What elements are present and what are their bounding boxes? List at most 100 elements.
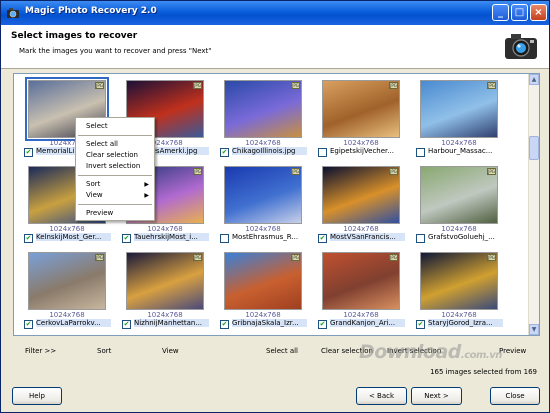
menu-item-sort-label: Sort	[86, 180, 101, 188]
minimize-button[interactable]: _	[492, 4, 509, 21]
thumbnail-image[interactable]: JPG	[420, 166, 498, 224]
thumbnail-image[interactable]: JPG	[322, 166, 400, 224]
recover-checkbox[interactable]: ✔	[318, 234, 327, 243]
sort-button[interactable]: Sort	[97, 347, 111, 355]
image-resolution: 1024x768	[343, 225, 379, 233]
file-name: MostVSanFrancis...	[330, 233, 405, 241]
camera-icon	[505, 34, 537, 59]
watermark-logo: Download.com.vn	[359, 341, 502, 363]
app-camera-icon	[7, 8, 19, 18]
image-resolution: 1024x768	[441, 225, 477, 233]
menu-item-clear-selection[interactable]: Clear selection	[76, 150, 154, 161]
recover-checkbox[interactable]: ✔	[24, 148, 33, 157]
thumbnail-image[interactable]: JPG	[126, 252, 204, 310]
back-button[interactable]: < Back	[356, 387, 407, 405]
preview-button[interactable]: Preview	[499, 347, 526, 355]
watermark-suffix: .com.vn	[460, 350, 502, 361]
menu-item-select[interactable]: Select	[76, 121, 154, 132]
file-name: MostEhrasmus_R...	[232, 233, 299, 241]
menu-separator	[78, 135, 152, 136]
recover-checkbox[interactable]: ✔	[318, 320, 327, 329]
thumbnail-item[interactable]: JPG 1024x768 MostEhrasmus_R...	[218, 162, 308, 246]
recover-checkbox[interactable]: ✔	[24, 320, 33, 329]
file-row: Harbour_Massac...	[416, 147, 504, 158]
filter-button[interactable]: Filter >>	[25, 347, 56, 355]
menu-item-invert-selection[interactable]: Invert selection	[76, 161, 154, 172]
scroll-thumb[interactable]	[529, 136, 539, 160]
next-button[interactable]: Next >	[411, 387, 462, 405]
thumbnail-image[interactable]: JPG	[420, 80, 498, 138]
wizard-header: Select images to recover Mark the images…	[1, 25, 549, 69]
recover-checkbox[interactable]: ✔	[122, 320, 131, 329]
thumbnail-image[interactable]: JPG	[224, 166, 302, 224]
page-title: Select images to recover	[11, 31, 138, 41]
maximize-button[interactable]: □	[511, 4, 528, 21]
thumbnail-image[interactable]: JPG	[224, 80, 302, 138]
file-name: CerkovLaParrokv...	[36, 319, 111, 327]
page-subtitle: Mark the images you want to recover and …	[19, 47, 212, 55]
thumbnail-item[interactable]: JPG 1024x768 ✔ NizhnijManhettan...	[120, 248, 210, 332]
file-name: GrandKanjon_Ari...	[330, 319, 405, 327]
recover-checkbox[interactable]: ✔	[416, 320, 425, 329]
recover-checkbox[interactable]: ✔	[220, 320, 229, 329]
thumbnail-item[interactable]: JPG 1024x768 ✔ ChikagoIllinois.jpg	[218, 76, 308, 160]
close-window-button[interactable]: ×	[530, 4, 547, 21]
jpg-file-icon: JPG	[291, 168, 300, 175]
menu-item-view[interactable]: View ▶	[76, 190, 154, 201]
title-bar[interactable]: Magic Photo Recovery 2.0 _ □ ×	[1, 1, 549, 25]
jpg-file-icon: JPG	[487, 168, 496, 175]
file-name: ChikagoIllinois.jpg	[232, 147, 307, 155]
image-resolution: 1024x768	[245, 225, 281, 233]
file-name: StaryjGorod_Izra...	[428, 319, 503, 327]
menu-item-sort[interactable]: Sort ▶	[76, 179, 154, 190]
jpg-file-icon: JPG	[95, 82, 104, 89]
recover-checkbox[interactable]	[318, 148, 327, 157]
file-row: ✔ KelnskijMost_Ger...	[24, 233, 112, 244]
thumbnail-item[interactable]: JPG 1024x768 EgipetskijVecher...	[316, 76, 406, 160]
jpg-file-icon: JPG	[389, 168, 398, 175]
thumbnail-item[interactable]: JPG 1024x768 GrafstvoGoluehj_...	[414, 162, 504, 246]
jpg-file-icon: JPG	[193, 254, 202, 261]
thumbnail-image[interactable]: JPG	[322, 80, 400, 138]
thumbnail-item[interactable]: JPG 1024x768 ✔ CerkovLaParrokv...	[22, 248, 112, 332]
recover-checkbox[interactable]: ✔	[220, 148, 229, 157]
jpg-file-icon: JPG	[487, 254, 496, 261]
submenu-arrow-icon: ▶	[144, 192, 149, 199]
image-resolution: 1024x768	[49, 311, 85, 319]
thumbnail-item[interactable]: JPG 1024x768 ✔ GrandKanjon_Ari...	[316, 248, 406, 332]
file-row: ✔ NizhnijManhettan...	[122, 319, 210, 330]
thumbnail-image[interactable]: JPG	[28, 252, 106, 310]
jpg-file-icon: JPG	[291, 254, 300, 261]
scroll-up-arrow-icon[interactable]: ▲	[529, 74, 539, 85]
scroll-down-arrow-icon[interactable]: ▼	[529, 324, 539, 335]
select-all-button[interactable]: Select all	[266, 347, 298, 355]
recover-checkbox[interactable]: ✔	[122, 234, 131, 243]
jpg-file-icon: JPG	[389, 254, 398, 261]
jpg-file-icon: JPG	[389, 82, 398, 89]
menu-separator	[78, 204, 152, 205]
recover-checkbox[interactable]	[220, 234, 229, 243]
thumbnail-image[interactable]: JPG	[224, 252, 302, 310]
recover-checkbox[interactable]	[416, 234, 425, 243]
thumbnail-image[interactable]: JPG	[322, 252, 400, 310]
view-button[interactable]: View	[162, 347, 179, 355]
menu-item-select-all[interactable]: Select all	[76, 139, 154, 150]
thumbnail-item[interactable]: JPG 1024x768 ✔ GribnajaSkala_Izr...	[218, 248, 308, 332]
image-resolution: 1024x768	[147, 311, 183, 319]
recover-checkbox[interactable]	[416, 148, 425, 157]
thumbnail-item[interactable]: JPG 1024x768 ✔ MostVSanFrancis...	[316, 162, 406, 246]
file-row: GrafstvoGoluehj_...	[416, 233, 504, 244]
menu-item-preview[interactable]: Preview	[76, 208, 154, 219]
thumbnail-item[interactable]: JPG 1024x768 ✔ StaryjGorod_Izra...	[414, 248, 504, 332]
image-resolution: 1024x768	[441, 311, 477, 319]
file-row: MostEhrasmus_R...	[220, 233, 308, 244]
help-button[interactable]: Help	[12, 387, 62, 405]
image-resolution: 1024x768	[343, 139, 379, 147]
close-button[interactable]: Close	[490, 387, 540, 405]
vertical-scrollbar[interactable]: ▲ ▼	[528, 74, 539, 335]
thumbnail-image[interactable]: JPG	[420, 252, 498, 310]
image-resolution: 1024x768	[49, 225, 85, 233]
jpg-file-icon: JPG	[487, 82, 496, 89]
recover-checkbox[interactable]: ✔	[24, 234, 33, 243]
thumbnail-item[interactable]: JPG 1024x768 Harbour_Massac...	[414, 76, 504, 160]
